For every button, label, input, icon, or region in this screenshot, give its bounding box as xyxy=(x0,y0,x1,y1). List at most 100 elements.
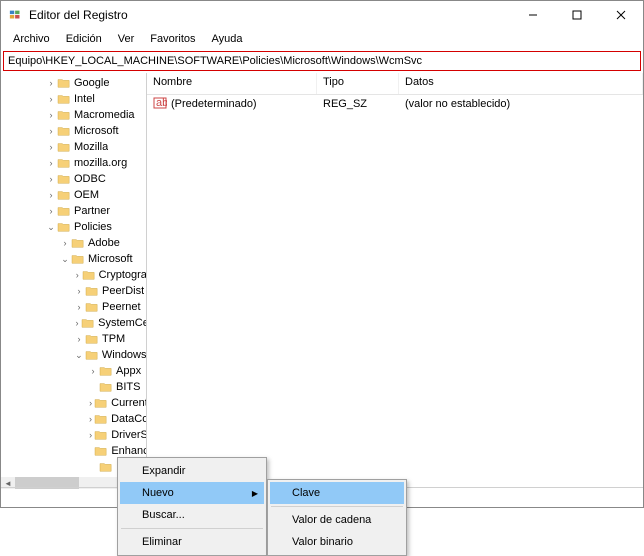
chevron-right-icon[interactable]: › xyxy=(73,302,85,312)
folder-icon xyxy=(99,365,113,377)
folder-icon xyxy=(57,109,71,121)
tree-label: Mozilla xyxy=(74,141,108,153)
separator xyxy=(121,528,263,529)
chevron-right-icon[interactable]: › xyxy=(73,270,82,280)
tree-label: Microsoft xyxy=(74,125,119,137)
ctx-buscar[interactable]: Buscar... xyxy=(120,504,264,526)
tree-item[interactable]: › DataCollecti xyxy=(1,411,146,427)
folder-icon xyxy=(57,189,71,201)
tree-item[interactable]: › Peernet xyxy=(1,299,146,315)
chevron-down-icon[interactable]: ⌄ xyxy=(59,254,71,265)
menu-ver[interactable]: Ver xyxy=(110,31,143,47)
chevron-right-icon[interactable]: › xyxy=(87,398,94,408)
folder-icon xyxy=(81,317,95,329)
tree-item[interactable]: BITS xyxy=(1,379,146,395)
chevron-right-icon[interactable]: › xyxy=(45,190,57,200)
tree-item[interactable]: › TPM xyxy=(1,331,146,347)
tree-item[interactable]: ⌄Windows xyxy=(1,347,146,363)
chevron-right-icon[interactable]: › xyxy=(73,318,81,328)
tree-item[interactable]: › Mozilla xyxy=(1,139,146,155)
tree-label: TPM xyxy=(102,333,125,345)
ctx-nuevo[interactable]: Nuevo▶ xyxy=(120,482,264,504)
tree-item[interactable]: › Partner xyxy=(1,203,146,219)
ctx-eliminar[interactable]: Eliminar xyxy=(120,531,264,553)
maximize-button[interactable] xyxy=(555,1,599,29)
ctx-expandir[interactable]: Expandir xyxy=(120,460,264,482)
folder-icon xyxy=(71,253,85,265)
chevron-right-icon[interactable]: › xyxy=(45,174,57,184)
tree-item[interactable]: ›Adobe xyxy=(1,235,146,251)
chevron-right-icon[interactable]: › xyxy=(87,430,94,440)
tree-label: Intel xyxy=(74,93,95,105)
tree-item[interactable]: ⌄Policies xyxy=(1,219,146,235)
tree-item[interactable]: › OEM xyxy=(1,187,146,203)
folder-icon xyxy=(57,125,71,137)
folder-icon xyxy=(94,397,108,409)
folder-icon xyxy=(71,237,85,249)
close-button[interactable] xyxy=(599,1,643,29)
tree-item[interactable]: ›DriverSearc xyxy=(1,427,146,443)
cell-type: REG_SZ xyxy=(317,98,399,110)
col-data[interactable]: Datos xyxy=(399,73,643,94)
sub-valor-cadena[interactable]: Valor de cadena xyxy=(270,509,404,531)
tree-label: Peernet xyxy=(102,301,141,313)
col-type[interactable]: Tipo xyxy=(317,73,399,94)
tree-label: mozilla.org xyxy=(74,157,127,169)
tree-item[interactable]: ›Google xyxy=(1,75,146,91)
menu-archivo[interactable]: Archivo xyxy=(5,31,58,47)
menu-favoritos[interactable]: Favoritos xyxy=(142,31,203,47)
folder-icon xyxy=(94,445,108,457)
cell-data: (valor no establecido) xyxy=(399,98,643,110)
chevron-down-icon[interactable]: ⌄ xyxy=(45,222,57,233)
tree-item[interactable]: › ODBC xyxy=(1,171,146,187)
tree-label: Microsoft xyxy=(88,253,133,265)
chevron-right-icon[interactable]: › xyxy=(87,414,94,424)
tree-item[interactable]: ›Macromedia xyxy=(1,107,146,123)
tree-item[interactable]: › CurrentVers xyxy=(1,395,146,411)
col-name[interactable]: Nombre xyxy=(147,73,317,94)
chevron-right-icon[interactable]: › xyxy=(59,238,71,248)
chevron-right-icon[interactable]: › xyxy=(73,286,85,296)
address-bar[interactable]: Equipo\HKEY_LOCAL_MACHINE\SOFTWARE\Polic… xyxy=(3,51,641,71)
list-row[interactable]: ab (Predeterminado) REG_SZ (valor no est… xyxy=(147,95,643,113)
list-view[interactable]: Nombre Tipo Datos ab (Predeterminado) RE… xyxy=(147,73,643,489)
menu-edicion[interactable]: Edición xyxy=(58,31,110,47)
chevron-down-icon[interactable]: ⌄ xyxy=(73,350,85,361)
tree-label: CurrentVers xyxy=(111,397,146,409)
sub-valor-binario[interactable]: Valor binario xyxy=(270,531,404,553)
folder-icon xyxy=(99,461,113,473)
tree-item[interactable]: ⌄ Microsoft xyxy=(1,251,146,267)
tree-item[interactable]: › Microsoft xyxy=(1,123,146,139)
menu-ayuda[interactable]: Ayuda xyxy=(204,31,251,47)
chevron-right-icon[interactable]: › xyxy=(45,78,57,88)
tree-label: SystemCertific xyxy=(98,317,146,329)
tree-label: DataCollecti xyxy=(111,413,146,425)
chevron-right-icon[interactable]: › xyxy=(73,334,85,344)
tree-item[interactable]: ›Appx xyxy=(1,363,146,379)
tree-item[interactable]: › Intel xyxy=(1,91,146,107)
svg-text:ab: ab xyxy=(156,97,167,109)
chevron-right-icon[interactable]: › xyxy=(87,366,99,376)
chevron-right-icon[interactable]: › xyxy=(45,142,57,152)
folder-icon xyxy=(57,141,71,153)
tree-label: OEM xyxy=(74,189,99,201)
tree-label: ODBC xyxy=(74,173,106,185)
sub-clave[interactable]: Clave xyxy=(270,482,404,504)
chevron-right-icon: ▶ xyxy=(252,489,258,498)
tree-item[interactable]: ›PeerDist xyxy=(1,283,146,299)
app-icon xyxy=(9,8,23,22)
chevron-right-icon[interactable]: › xyxy=(45,206,57,216)
tree-item[interactable]: › mozilla.org xyxy=(1,155,146,171)
tree-item[interactable]: › SystemCertific xyxy=(1,315,146,331)
tree-item[interactable]: ›Cryptography xyxy=(1,267,146,283)
tree-view[interactable]: ›Google›Intel›Macromedia›Microsoft›Mozil… xyxy=(1,73,147,489)
chevron-right-icon[interactable]: › xyxy=(45,110,57,120)
chevron-right-icon[interactable]: › xyxy=(45,158,57,168)
folder-icon xyxy=(85,349,99,361)
tree-label: Partner xyxy=(74,205,110,217)
chevron-right-icon[interactable]: › xyxy=(45,126,57,136)
folder-icon xyxy=(85,333,99,345)
minimize-button[interactable] xyxy=(511,1,555,29)
chevron-right-icon[interactable]: › xyxy=(45,94,57,104)
folder-icon xyxy=(57,93,71,105)
